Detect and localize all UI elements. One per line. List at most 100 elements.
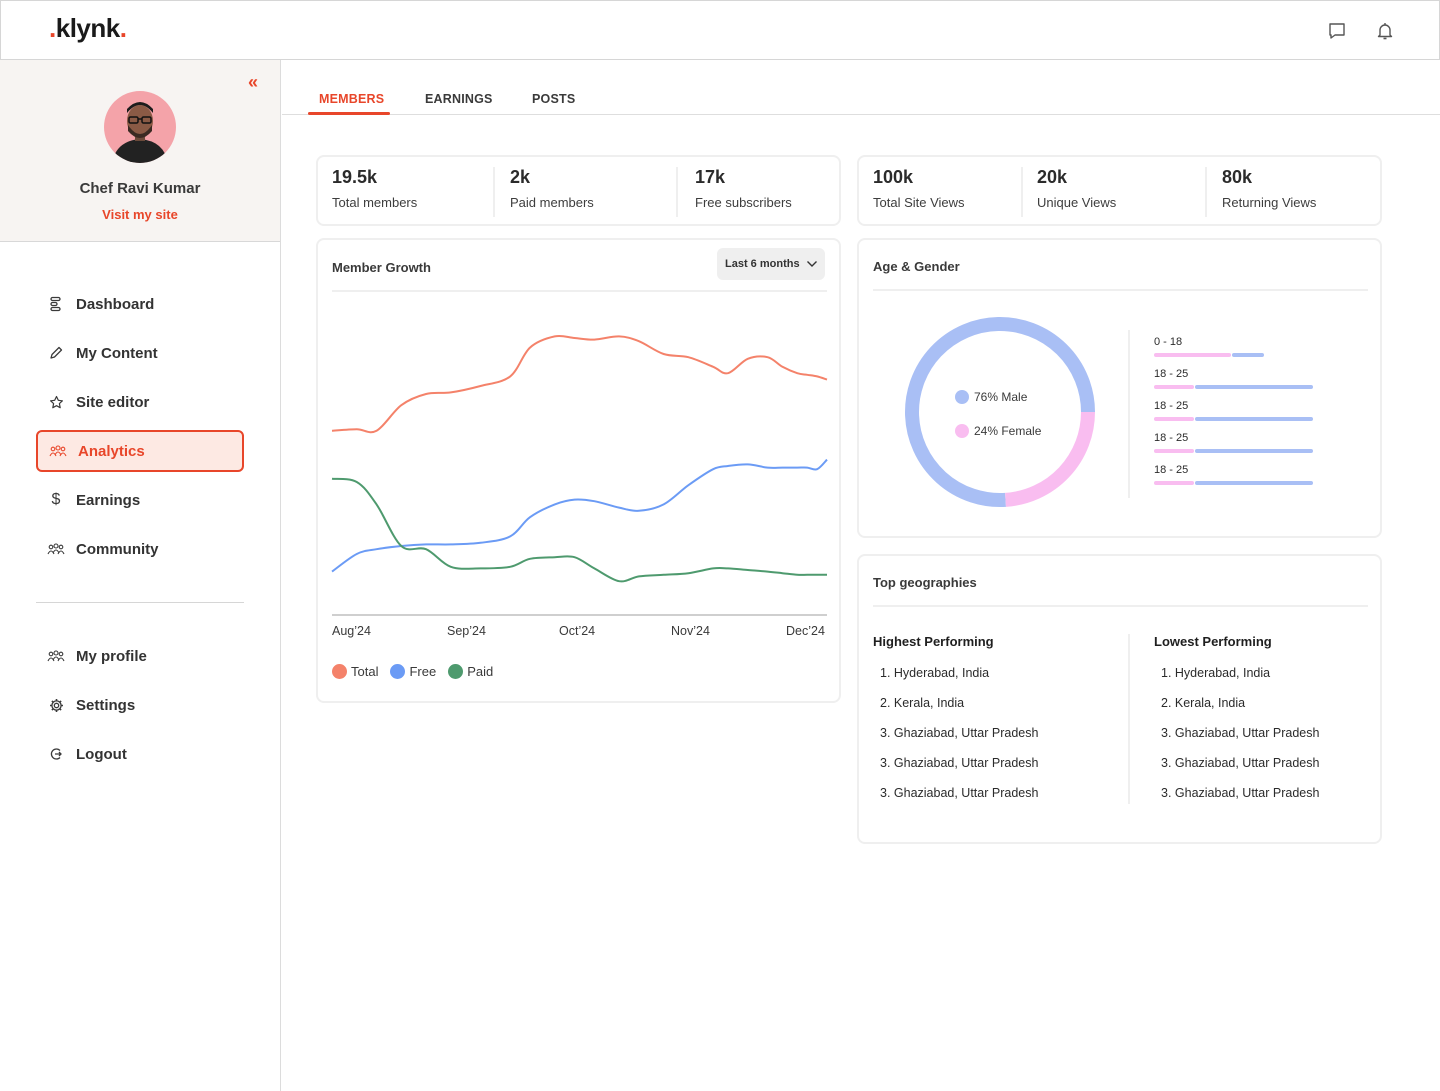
- age-bar-male: [1194, 481, 1313, 485]
- range-dropdown-label: Last 6 months: [725, 258, 800, 270]
- list-item: 3. Ghaziabad, Uttar Pradesh: [1161, 756, 1320, 770]
- star-icon: [36, 395, 76, 410]
- sidebar-item-community[interactable]: Community: [36, 528, 244, 570]
- gender-donut-chart: [905, 317, 1095, 507]
- member-stats-card: 19.5k Total members 2k Paid members 17k …: [316, 155, 841, 226]
- age-bar-male: [1194, 385, 1313, 389]
- member-growth-title: Member Growth: [332, 260, 431, 275]
- collapse-sidebar-icon[interactable]: «: [248, 72, 258, 93]
- active-tab-indicator: [308, 112, 390, 115]
- age-group-label: 18 - 25: [1154, 464, 1189, 476]
- stat-value: 100k: [873, 167, 914, 187]
- age-group-label: 18 - 25: [1154, 368, 1189, 380]
- stat-divider: [1021, 167, 1023, 217]
- legend-swatch: [332, 664, 347, 679]
- stat-label: Paid members: [510, 195, 594, 210]
- age-group-label: 0 - 18: [1154, 336, 1183, 348]
- stat-total-members: 19.5k Total members: [332, 167, 417, 217]
- stat-label: Total members: [332, 195, 418, 210]
- list-item: 3. Ghaziabad, Uttar Pradesh: [880, 756, 1039, 770]
- highest-performing-title: Highest Performing: [873, 634, 994, 649]
- legend-item-paid[interactable]: Paid: [448, 664, 493, 679]
- section-divider: [1128, 330, 1130, 498]
- sidebar-item-dashboard[interactable]: Dashboard: [36, 283, 244, 325]
- list-item: 1. Hyderabad, India: [1161, 666, 1271, 680]
- list-item: 3. Ghaziabad, Uttar Pradesh: [1161, 786, 1320, 800]
- age-group-row: 18 - 25: [1154, 464, 1313, 485]
- legend-swatch: [955, 390, 969, 404]
- age-bar-female: [1154, 417, 1194, 421]
- stat-label: Free subscribers: [695, 195, 792, 210]
- sidebar-item-site-editor[interactable]: Site editor: [36, 381, 244, 423]
- tab-earnings[interactable]: EARNINGS: [425, 92, 493, 106]
- member-growth-card: Member Growth Last 6 months Aug’24 Sep’2…: [316, 238, 841, 703]
- sidebar-item-my-profile[interactable]: My profile: [36, 635, 244, 677]
- card-divider: [873, 605, 1368, 607]
- age-bar-male: [1194, 417, 1313, 421]
- age-bar-female: [1154, 353, 1232, 357]
- sidebar-item-label: Analytics: [78, 442, 145, 460]
- stat-label: Unique Views: [1037, 195, 1117, 210]
- x-tick-label: Dec’24: [786, 624, 825, 638]
- list-item: 1. Hyderabad, India: [880, 666, 990, 680]
- analytics-tabs: MEMBERS EARNINGS POSTS: [282, 60, 1440, 115]
- sidebar-item-label: Logout: [76, 745, 127, 763]
- age-group-row: 18 - 25: [1154, 368, 1313, 389]
- list-item: 3. Ghaziabad, Uttar Pradesh: [880, 726, 1039, 740]
- tab-posts[interactable]: POSTS: [532, 92, 575, 106]
- lowest-performing-title: Lowest Performing: [1154, 634, 1272, 649]
- bell-icon[interactable]: [1374, 20, 1396, 42]
- age-group-label: 18 - 25: [1154, 432, 1189, 444]
- people-icon: [36, 543, 76, 555]
- legend-item-free[interactable]: Free: [390, 664, 436, 679]
- member-growth-chart: [331, 334, 828, 616]
- profile-name: Chef Ravi Kumar: [79, 180, 201, 197]
- age-group-row: 18 - 25: [1154, 432, 1313, 453]
- profile-panel: « Chef Ravi Kumar Visit my site: [0, 60, 280, 242]
- sidebar-item-analytics[interactable]: Analytics: [36, 430, 244, 472]
- age-gender-title: Age & Gender: [873, 259, 960, 274]
- stat-divider: [676, 167, 678, 217]
- visit-site-link[interactable]: Visit my site: [0, 207, 280, 222]
- sidebar-item-earnings[interactable]: $ Earnings: [36, 479, 244, 521]
- sidebar: « Chef Ravi Kumar Visit my site Dashboar…: [0, 60, 281, 1091]
- gender-legend-female: 24% Female: [955, 424, 1041, 438]
- message-icon[interactable]: [1326, 20, 1348, 42]
- x-tick-label: Aug’24: [332, 624, 371, 638]
- series-line-paid: [331, 477, 827, 583]
- sidebar-item-label: Dashboard: [76, 295, 155, 313]
- stat-unique-views: 20k Unique Views: [1037, 167, 1116, 217]
- sidebar-divider: [36, 602, 244, 603]
- top-bar: .klynk.: [0, 0, 1440, 60]
- list-item: 3. Ghaziabad, Uttar Pradesh: [880, 786, 1039, 800]
- age-bar-male: [1232, 353, 1264, 357]
- stat-divider: [1205, 167, 1207, 217]
- sidebar-item-logout[interactable]: Logout: [36, 733, 244, 775]
- sidebar-item-label: My Content: [76, 344, 158, 362]
- legend-swatch: [955, 424, 969, 438]
- sidebar-item-my-content[interactable]: My Content: [36, 332, 244, 374]
- geographies-title: Top geographies: [873, 575, 977, 590]
- tab-members[interactable]: MEMBERS: [319, 92, 384, 106]
- stat-returning-views: 80k Returning Views: [1222, 167, 1316, 217]
- sidebar-item-label: Settings: [76, 696, 136, 714]
- age-group-bar: [1154, 417, 1313, 421]
- klynk-logo[interactable]: .klynk.: [49, 13, 127, 44]
- stat-value: 2k: [510, 167, 531, 187]
- gender-legend-male: 76% Male: [955, 390, 1027, 404]
- dashboard-icon: [36, 296, 76, 312]
- x-tick-label: Sep’24: [447, 624, 486, 638]
- age-group-bar: [1154, 353, 1264, 357]
- stat-label: Total Site Views: [873, 195, 965, 210]
- range-dropdown[interactable]: Last 6 months: [717, 248, 825, 280]
- card-divider: [873, 289, 1368, 291]
- avatar[interactable]: [104, 91, 176, 163]
- age-gender-card: Age & Gender 76% Male 24% Female 0 - 18 1…: [857, 238, 1382, 538]
- stat-value: 19.5k: [332, 167, 378, 187]
- list-item: 2. Kerala, India: [880, 696, 965, 710]
- legend-item-total[interactable]: Total: [332, 664, 378, 679]
- logout-icon: [36, 747, 76, 761]
- sidebar-item-settings[interactable]: Settings: [36, 684, 244, 726]
- sidebar-item-label: Earnings: [76, 491, 141, 509]
- x-tick-label: Oct’24: [559, 624, 596, 638]
